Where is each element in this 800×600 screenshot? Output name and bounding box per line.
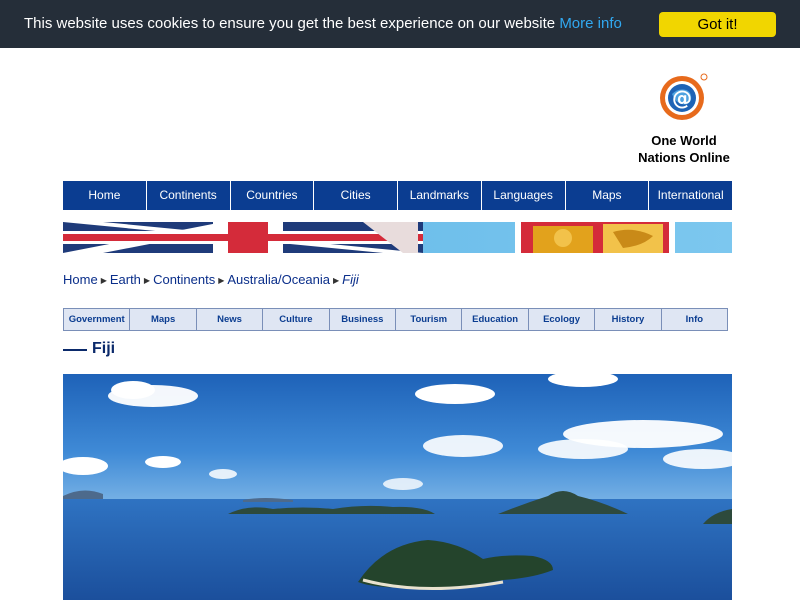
site-logo[interactable]: @ One World Nations Online (630, 70, 738, 166)
nav-countries[interactable]: Countries (231, 181, 315, 210)
nav-languages[interactable]: Languages (482, 181, 566, 210)
country-sub-navigation: Government Maps News Culture Business To… (63, 308, 728, 331)
breadcrumb-home[interactable]: Home (63, 272, 98, 287)
logo-line1: One World (651, 133, 717, 148)
breadcrumb-arrow-icon: ▶ (333, 276, 340, 285)
subnav-ecology[interactable]: Ecology (529, 309, 596, 330)
fiji-flag-image (63, 222, 732, 253)
subnav-business[interactable]: Business (330, 309, 397, 330)
nav-home[interactable]: Home (63, 181, 147, 210)
fiji-islands-photo (63, 374, 732, 600)
breadcrumb-australia-oceania[interactable]: Australia/Oceania (227, 272, 330, 287)
nav-landmarks[interactable]: Landmarks (398, 181, 482, 210)
breadcrumb-arrow-icon: ▶ (100, 276, 107, 285)
breadcrumb-earth[interactable]: Earth (110, 272, 141, 287)
breadcrumb-current: Fiji (342, 272, 359, 287)
cookie-message: This website uses cookies to ensure you … (24, 15, 622, 32)
subnav-education[interactable]: Education (462, 309, 529, 330)
islands-landscape-image (63, 374, 732, 600)
subnav-maps[interactable]: Maps (130, 309, 197, 330)
breadcrumb: Home ▶ Earth ▶ Continents ▶ Australia/Oceania ▶… (63, 272, 359, 287)
cookie-message-text: This website uses cookies to ensure you … (24, 15, 556, 32)
breadcrumb-arrow-icon: ▶ (143, 276, 151, 285)
nav-maps[interactable]: Maps (566, 181, 650, 210)
svg-text:@: @ (672, 86, 692, 110)
nav-international[interactable]: International (649, 181, 732, 210)
main-navigation: Home Continents Countries Cities Landmar… (63, 181, 732, 210)
subnav-government[interactable]: Government (64, 309, 131, 330)
breadcrumb-arrow-icon: ▶ (218, 276, 225, 285)
breadcrumb-continents[interactable]: Continents (153, 272, 215, 287)
subnav-culture[interactable]: Culture (263, 309, 330, 330)
logo-line2: Nations Online (638, 150, 730, 165)
cookie-more-info-link[interactable]: More info (559, 15, 622, 32)
subnav-news[interactable]: News (197, 309, 264, 330)
subnav-history[interactable]: History (595, 309, 662, 330)
nav-cities[interactable]: Cities (314, 181, 398, 210)
at-globe-logo-icon: @ (660, 73, 708, 120)
fiji-flag-banner (63, 222, 732, 253)
cookie-accept-button[interactable]: Got it! (659, 12, 776, 37)
page-title: Fiji (63, 340, 115, 358)
subnav-tourism[interactable]: Tourism (396, 309, 463, 330)
page-title-text: Fiji (92, 340, 116, 357)
subnav-info[interactable]: Info (662, 309, 727, 330)
cookie-consent-bar: This website uses cookies to ensure you … (0, 0, 800, 48)
nav-continents[interactable]: Continents (147, 181, 231, 210)
title-decoration (63, 349, 87, 351)
